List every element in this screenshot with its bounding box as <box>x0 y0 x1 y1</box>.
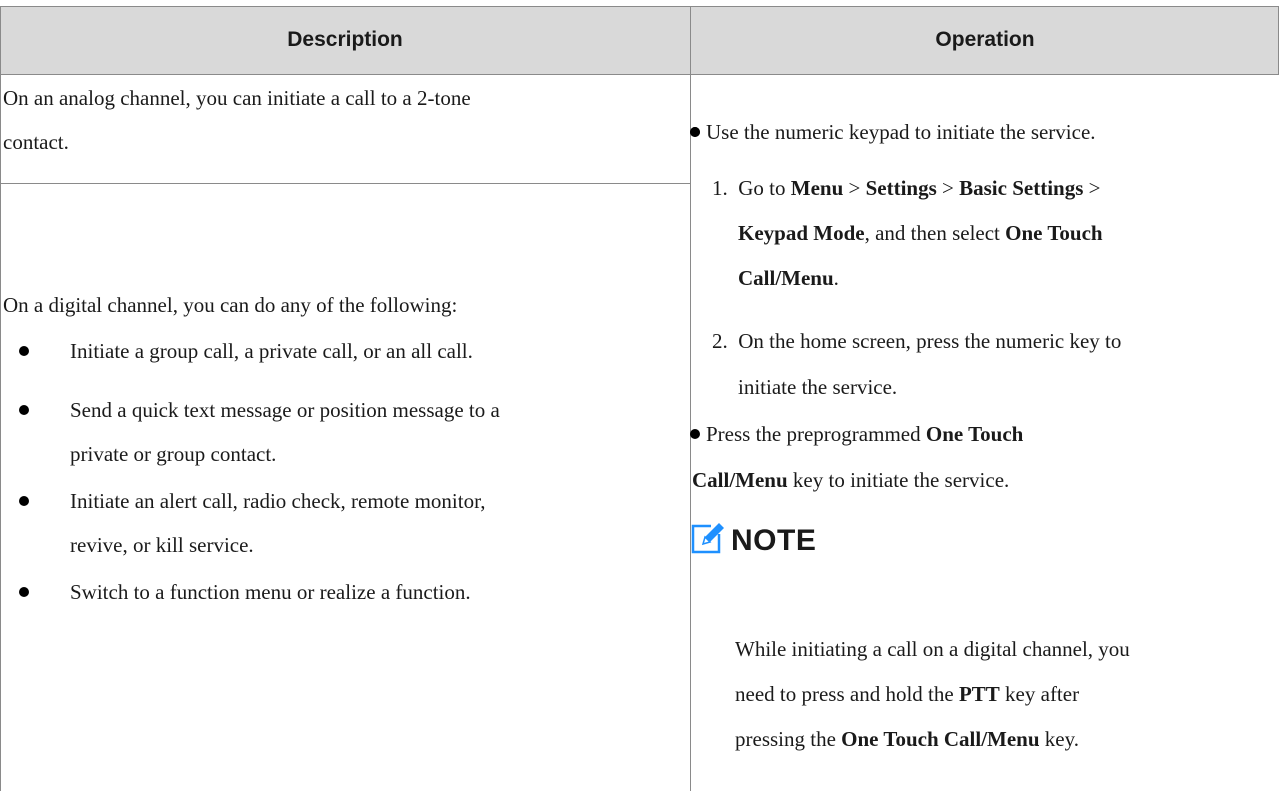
step2-line1: 2. On the home screen, press the numeric… <box>712 329 1122 353</box>
header-bottom-border <box>0 74 1279 75</box>
header-description: Description <box>0 6 690 74</box>
analog-text-line2: contact. <box>3 130 69 154</box>
note-title: NOTE <box>731 523 817 557</box>
note-header: NOTE <box>691 520 816 561</box>
note-line1: While initiating a call on a digital cha… <box>735 637 1130 661</box>
step1-line2: Keypad Mode, and then select One Touch <box>738 221 1103 245</box>
table-top-border <box>0 6 1279 7</box>
column-divider <box>690 6 691 791</box>
note-line2: need to press and hold the PTT key after <box>735 682 1080 706</box>
step1-line3: Call/Menu. <box>738 266 839 290</box>
list-item-continuation: private or group contact. <box>70 442 277 466</box>
list-item: Send a quick text message or position me… <box>70 398 500 422</box>
edit-note-icon <box>691 520 727 561</box>
list-item: Switch to a function menu or realize a f… <box>70 580 471 604</box>
row-divider <box>0 183 690 184</box>
list-item: Initiate a group call, a private call, o… <box>70 339 473 363</box>
header-operation: Operation <box>691 6 1279 74</box>
analog-text-line1: On an analog channel, you can initiate a… <box>3 86 471 110</box>
bullet-icon <box>19 405 29 415</box>
digital-intro: On a digital channel, you can do any of … <box>3 293 458 317</box>
step2-line2: initiate the service. <box>738 375 898 399</box>
operation-bullet1: Use the numeric keypad to initiate the s… <box>706 120 1096 144</box>
note-line3: pressing the One Touch Call/Menu key. <box>735 727 1080 751</box>
bullet-icon <box>19 496 29 506</box>
bullet-icon <box>19 346 29 356</box>
operation-bullet2-line2: Call/Menu key to initiate the service. <box>692 468 1010 492</box>
list-item: Initiate an alert call, radio check, rem… <box>70 489 486 513</box>
step1-line1: 1. Go to Menu > Settings > Basic Setting… <box>712 176 1101 200</box>
table-left-border <box>0 6 1 791</box>
bullet-icon <box>690 429 700 439</box>
operation-bullet2-line1: Press the preprogrammed One Touch <box>706 422 1024 446</box>
list-item-continuation: revive, or kill service. <box>70 533 254 557</box>
bullet-icon <box>19 587 29 597</box>
